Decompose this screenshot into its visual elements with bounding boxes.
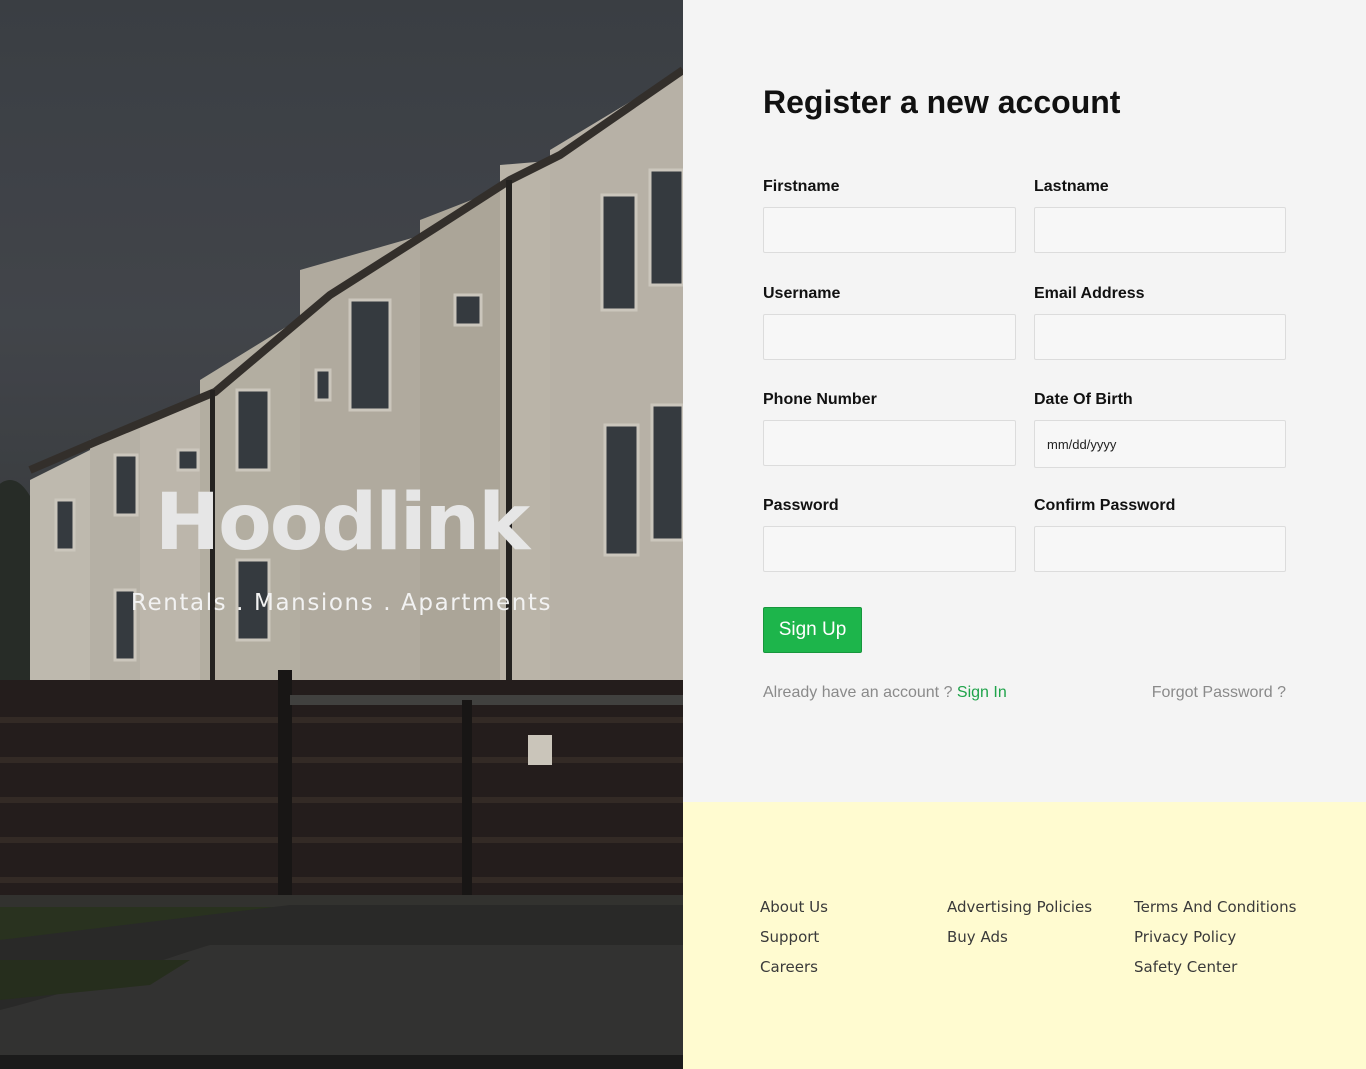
signin-link[interactable]: Sign In — [957, 684, 1007, 701]
firstname-group: Firstname — [763, 178, 1016, 253]
password-group: Password — [763, 497, 1016, 572]
footer-link-support[interactable]: Support — [760, 928, 819, 946]
footer: About Us Support Careers Advertising Pol… — [683, 802, 1366, 1069]
footer-link-careers[interactable]: Careers — [760, 958, 818, 976]
phone-label: Phone Number — [763, 391, 877, 408]
firstname-input[interactable] — [763, 207, 1016, 253]
username-input[interactable] — [763, 314, 1016, 360]
email-label: Email Address — [1034, 285, 1145, 302]
phone-group: Phone Number — [763, 391, 1016, 466]
password-input[interactable] — [763, 526, 1016, 572]
footer-link-terms[interactable]: Terms And Conditions — [1134, 898, 1296, 916]
footer-link-buy-ads[interactable]: Buy Ads — [947, 928, 1008, 946]
confirm-password-group: Confirm Password — [1034, 497, 1286, 572]
email-group: Email Address — [1034, 285, 1286, 360]
username-label: Username — [763, 285, 841, 302]
forgot-password-link[interactable]: Forgot Password ? — [1152, 684, 1286, 702]
dob-input[interactable] — [1034, 420, 1286, 468]
footer-column-company: About Us Support Careers — [760, 898, 828, 988]
registration-panel: Register a new account Firstname Lastnam… — [683, 0, 1366, 802]
signin-prompt: Already have an account ? Sign In — [763, 684, 1007, 702]
brand-logo-text: Hoodlink — [154, 478, 530, 568]
dob-label: Date Of Birth — [1034, 391, 1133, 408]
confirm-password-input[interactable] — [1034, 526, 1286, 572]
email-input[interactable] — [1034, 314, 1286, 360]
footer-link-about-us[interactable]: About Us — [760, 898, 828, 916]
page-title: Register a new account — [763, 84, 1121, 120]
hero-panel: Hoodlink Rentals . Mansions . Apartments — [0, 0, 683, 1069]
lastname-label: Lastname — [1034, 178, 1109, 195]
lastname-group: Lastname — [1034, 178, 1286, 253]
lastname-input[interactable] — [1034, 207, 1286, 253]
footer-link-safety-center[interactable]: Safety Center — [1134, 958, 1237, 976]
footer-link-privacy-policy[interactable]: Privacy Policy — [1134, 928, 1236, 946]
firstname-label: Firstname — [763, 178, 840, 195]
signup-button[interactable]: Sign Up — [763, 607, 862, 653]
signin-prompt-text: Already have an account ? — [763, 684, 957, 701]
dob-group: Date Of Birth — [1034, 391, 1286, 468]
footer-link-advertising-policies[interactable]: Advertising Policies — [947, 898, 1092, 916]
footer-column-ads: Advertising Policies Buy Ads — [947, 898, 1092, 958]
footer-column-legal: Terms And Conditions Privacy Policy Safe… — [1134, 898, 1296, 988]
phone-input[interactable] — [763, 420, 1016, 466]
username-group: Username — [763, 285, 1016, 360]
password-label: Password — [763, 497, 839, 514]
brand-tagline: Rentals . Mansions . Apartments — [130, 590, 553, 616]
confirm-password-label: Confirm Password — [1034, 497, 1176, 514]
